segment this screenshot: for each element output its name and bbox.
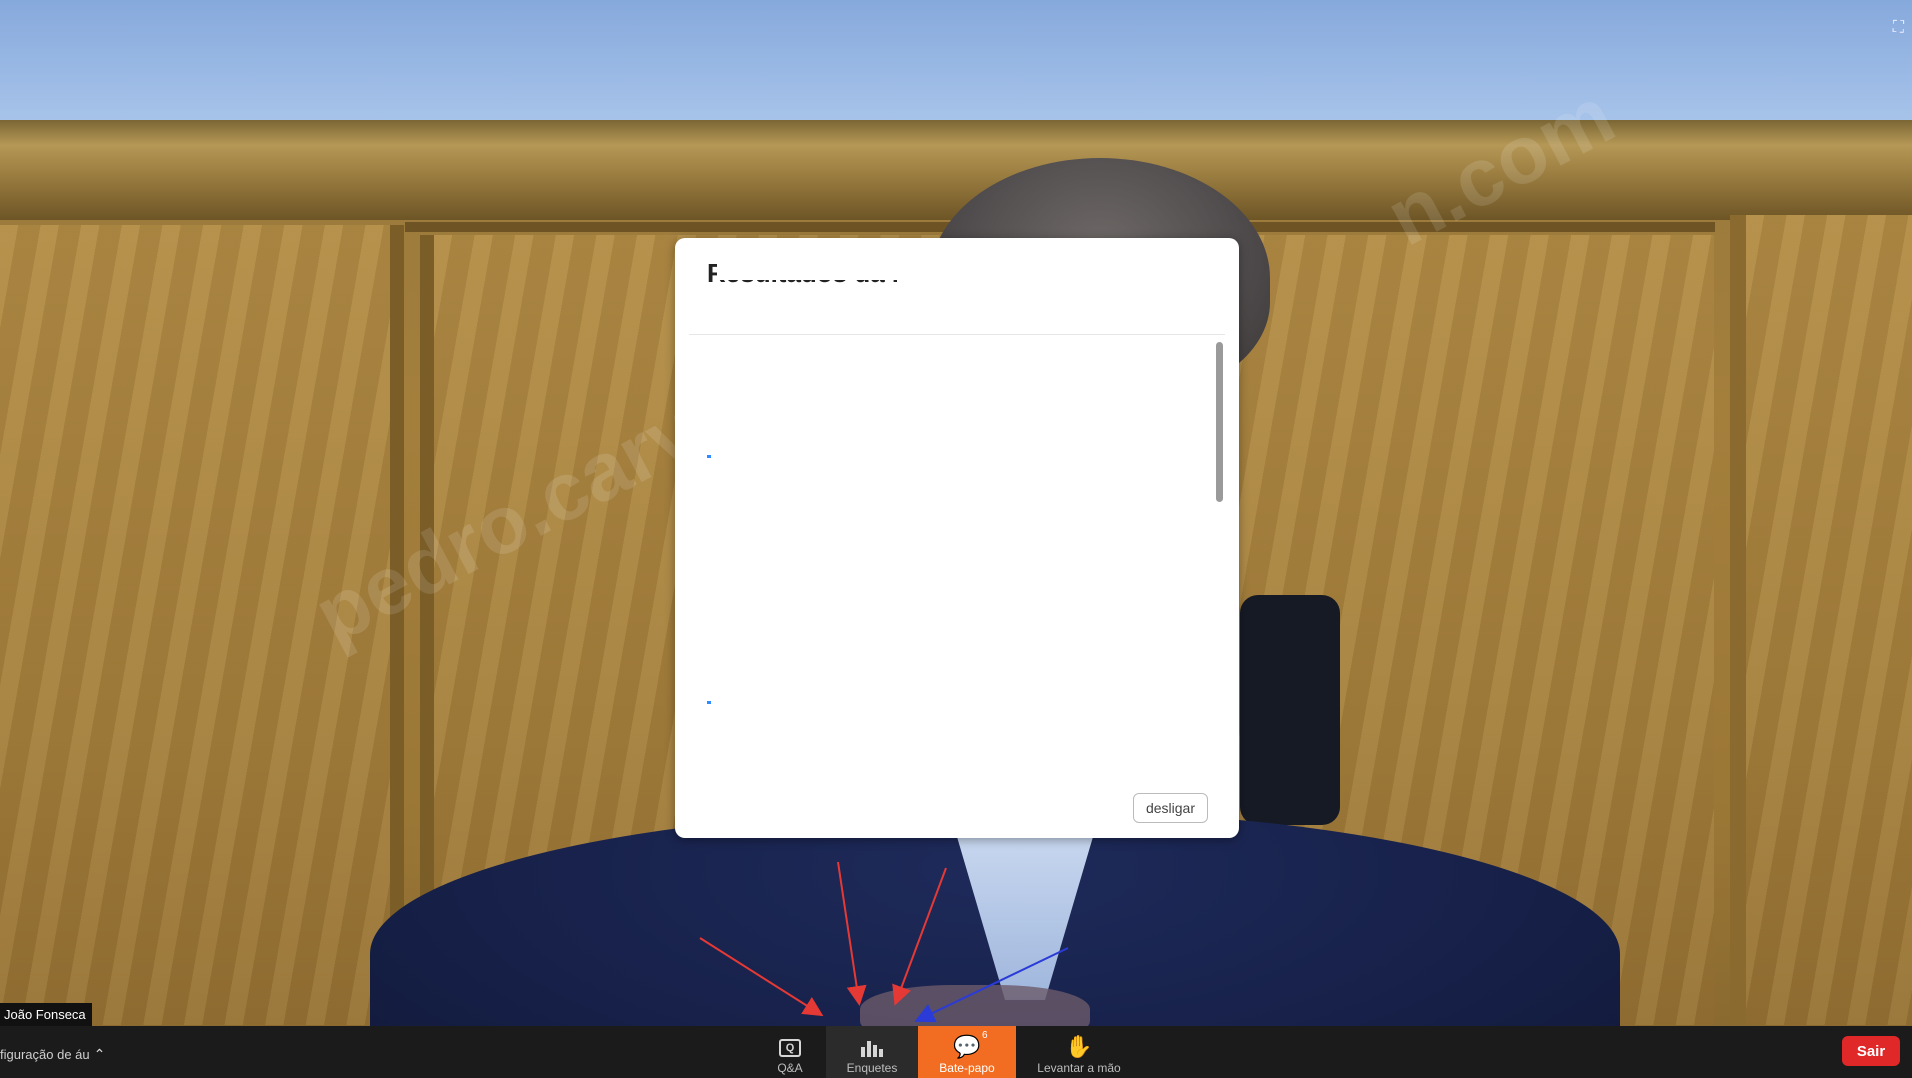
raise-hand-button[interactable]: ✋ Levantar a mão (1030, 1026, 1128, 1078)
dialog-scrollbar[interactable] (1216, 342, 1223, 502)
chat-button[interactable]: 💬 6 Bate-papo (918, 1026, 1016, 1078)
participant-hand (860, 985, 1090, 1026)
dialog-divider (689, 334, 1225, 335)
participant-chair (1240, 595, 1340, 825)
video-background-panel (1730, 215, 1912, 1025)
fullscreen-icon[interactable]: ⛶ (1893, 20, 1904, 36)
polls-button[interactable]: Enquetes (826, 1026, 918, 1078)
chat-unread-badge: 6 (982, 1030, 988, 1041)
poll-results-dialog: Resultados da Enquete desligar (675, 238, 1239, 838)
result-bar (707, 455, 711, 458)
video-background-molding (0, 120, 1912, 220)
bar-chart-icon (861, 1039, 883, 1057)
raise-hand-label: Levantar a mão (1037, 1061, 1121, 1075)
close-dialog-button[interactable]: desligar (1132, 793, 1208, 823)
leave-button[interactable]: Sair (1842, 1036, 1900, 1066)
chat-label: Bate-papo (939, 1061, 995, 1075)
participant-name-tag: João Fonseca (0, 1003, 92, 1026)
chevron-up-icon[interactable]: ⌃ (94, 1046, 106, 1062)
qa-label: Q&A (777, 1061, 803, 1075)
qa-icon: Q (779, 1039, 801, 1057)
audio-settings-label: figuração de áu (0, 1047, 90, 1062)
audio-settings-button[interactable]: figuração de áu ⌃ (0, 1046, 105, 1063)
result-bar (707, 701, 711, 704)
dialog-title-cover (717, 258, 897, 280)
video-background-sky (0, 0, 1912, 125)
hand-icon: ✋ (1065, 1034, 1093, 1059)
polls-label: Enquetes (846, 1061, 898, 1075)
chat-bubble-icon: 💬 (953, 1034, 981, 1059)
qa-button[interactable]: Q Q&A (762, 1026, 818, 1078)
dialog-title: Resultados da Enquete (707, 258, 897, 289)
